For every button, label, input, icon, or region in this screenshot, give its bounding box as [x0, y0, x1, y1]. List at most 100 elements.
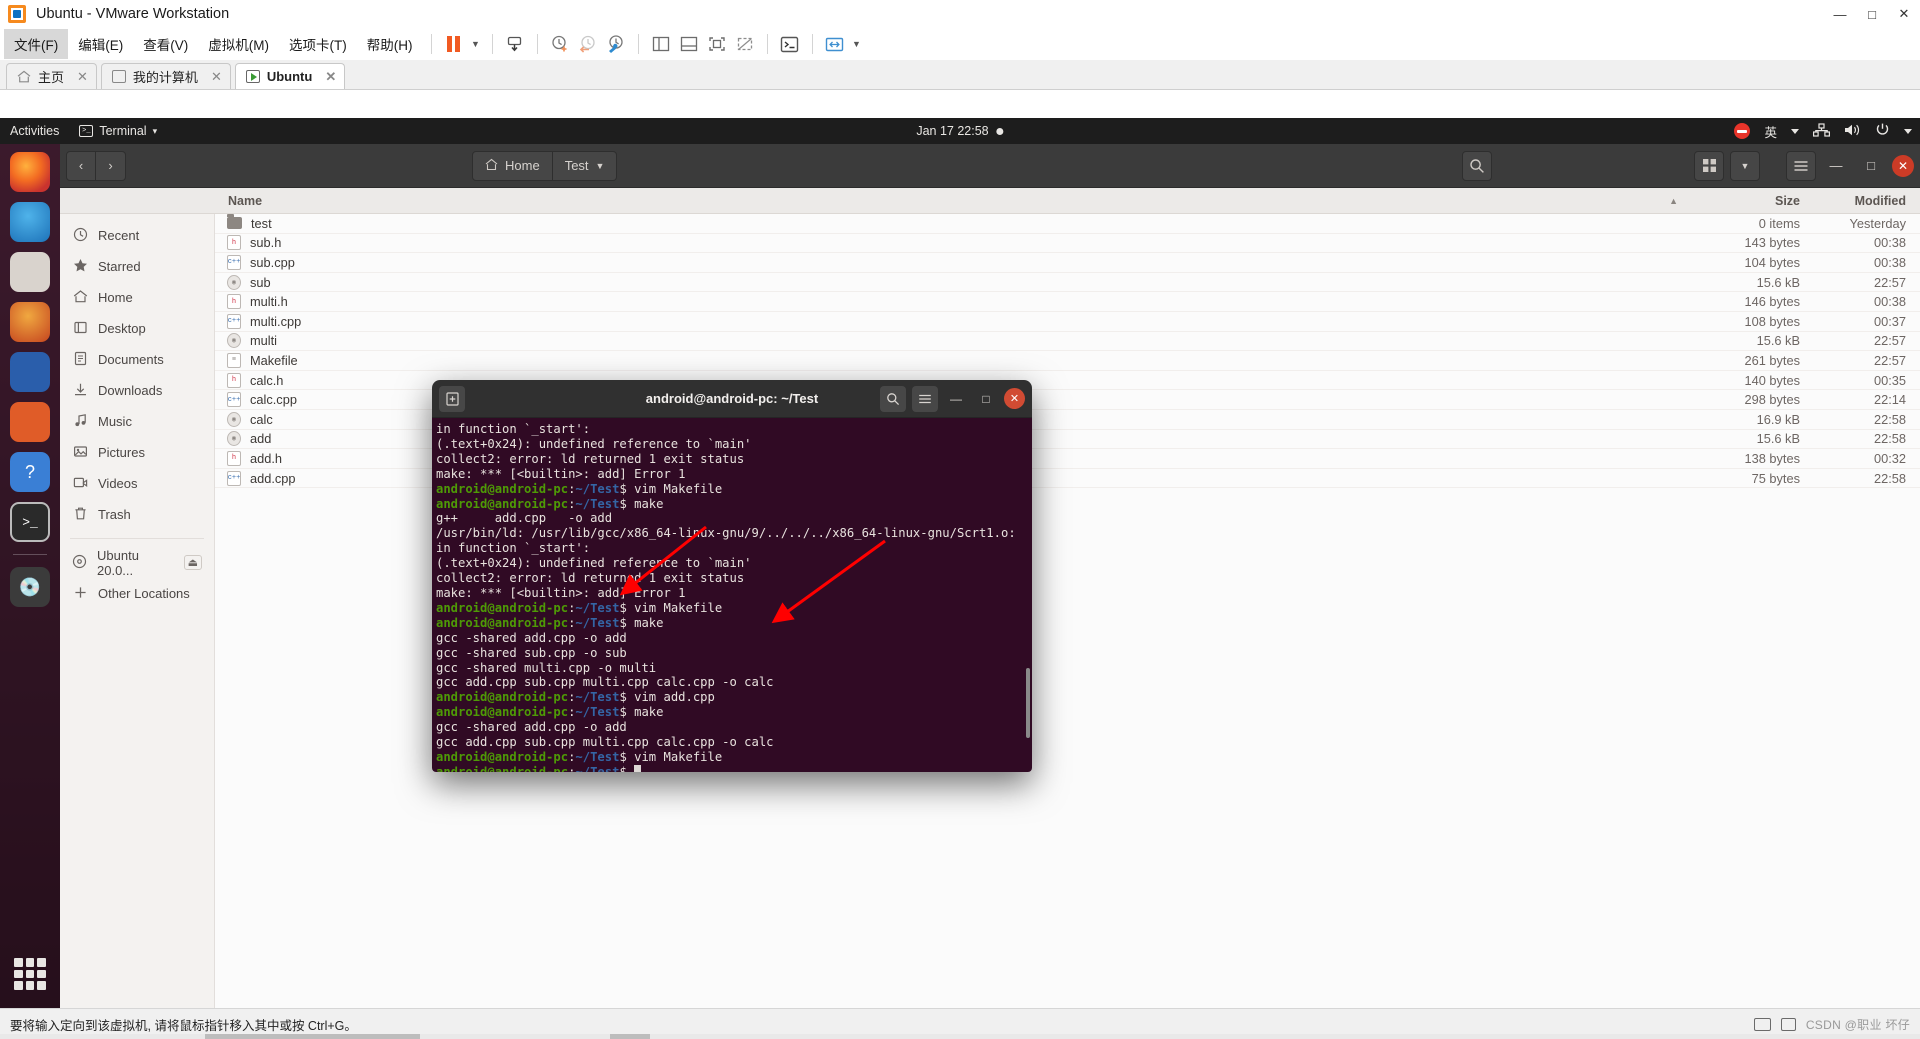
table-row[interactable]: test 0 items Yesterday	[215, 214, 1920, 234]
power-icon[interactable]	[1875, 122, 1890, 140]
unity-mode-icon[interactable]	[731, 31, 759, 57]
table-row[interactable]: c++ sub.cpp 104 bytes 00:38	[215, 253, 1920, 273]
sidebar-item-downloads[interactable]: Downloads	[60, 375, 214, 406]
terminal-search-button[interactable]	[880, 385, 906, 412]
network-icon[interactable]	[1753, 1017, 1771, 1031]
table-row[interactable]: h sub.h 143 bytes 00:38	[215, 234, 1920, 254]
maximize-button[interactable]: □	[1856, 0, 1888, 28]
tab-my-computer-close-icon[interactable]: ✕	[211, 69, 222, 85]
close-button[interactable]: ✕	[1888, 0, 1920, 28]
sidebar-item-documents[interactable]: Documents	[60, 344, 214, 375]
column-name[interactable]: Name	[60, 194, 1650, 208]
sidebar-item-recent[interactable]: Recent	[60, 220, 214, 251]
fullscreen-icon[interactable]	[703, 31, 731, 57]
terminal-output[interactable]: in function `_start': (.text+0x24): undef…	[432, 418, 1032, 772]
dock-item-libreoffice-writer[interactable]	[10, 352, 50, 392]
menu-edit[interactable]: 编辑(E)	[68, 29, 133, 59]
send-ctrl-alt-del-icon[interactable]	[501, 31, 529, 57]
no-entry-icon[interactable]	[1734, 123, 1751, 139]
menu-vm[interactable]: 虚拟机(M)	[198, 29, 279, 59]
sidebar-item-home[interactable]: Home	[60, 282, 214, 313]
sidebar-item-videos[interactable]: Videos	[60, 468, 214, 499]
terminal-minimize-button[interactable]: —	[944, 387, 968, 411]
sidebar-item-other-locations[interactable]: Other Locations	[60, 578, 214, 609]
tab-home[interactable]: 主页 ✕	[6, 63, 97, 89]
app-menu-terminal[interactable]: >_ Terminal ▾	[71, 124, 165, 138]
dock-item-thunderbird[interactable]	[10, 202, 50, 242]
terminal-scrollbar[interactable]	[1026, 668, 1030, 738]
sidebar-item-pictures[interactable]: Pictures	[60, 437, 214, 468]
sidebar-item-trash[interactable]: Trash	[60, 499, 214, 530]
menu-view[interactable]: 查看(V)	[133, 29, 198, 59]
eject-icon[interactable]: ⏏	[183, 555, 202, 570]
pause-icon[interactable]	[440, 31, 468, 57]
minimize-button[interactable]: —	[1824, 0, 1856, 28]
file-name: add.h	[250, 450, 283, 466]
grid-view-button[interactable]	[1694, 150, 1724, 181]
menu-help[interactable]: 帮助(H)	[357, 29, 423, 59]
terminal-menu-button[interactable]	[912, 385, 938, 412]
dock-item-terminal[interactable]: >_	[10, 502, 50, 542]
activities-button[interactable]: Activities	[0, 124, 71, 138]
forward-button[interactable]: ›	[96, 150, 126, 181]
usb-icon[interactable]	[1780, 1017, 1796, 1031]
terminal-close-button[interactable]: ✕	[1004, 388, 1025, 409]
show-bottom-pane-icon[interactable]	[675, 31, 703, 57]
clock-icon	[72, 227, 88, 245]
stretch-guest-icon[interactable]	[821, 31, 849, 57]
breadcrumb-home-label: Home	[505, 158, 540, 173]
show-applications-button[interactable]	[14, 958, 46, 990]
view-options-caret-icon[interactable]: ▼	[1730, 150, 1760, 181]
snapshot-revert-icon[interactable]	[574, 31, 602, 57]
tab-home-close-icon[interactable]: ✕	[77, 69, 88, 85]
snapshot-take-icon[interactable]	[546, 31, 574, 57]
clock-button[interactable]: Jan 17 22:58	[916, 124, 1004, 138]
files-minimize-button[interactable]: —	[1822, 152, 1850, 180]
files-close-button[interactable]: ✕	[1892, 154, 1914, 177]
table-row[interactable]: h multi.h 146 bytes 00:38	[215, 292, 1920, 312]
terminal-maximize-button[interactable]: □	[974, 387, 998, 411]
tab-ubuntu[interactable]: Ubuntu ✕	[234, 63, 346, 89]
column-modified[interactable]: Modified	[1800, 194, 1920, 208]
ime-caret-icon[interactable]	[1791, 128, 1799, 134]
back-button[interactable]: ‹	[66, 150, 96, 181]
dock-item-ubuntu-software[interactable]	[10, 402, 50, 442]
sidebar-item-ubuntu-20-0[interactable]: Ubuntu 20.0... ⏏	[60, 547, 214, 578]
breadcrumb-test[interactable]: Test ▼	[552, 150, 618, 181]
dock-item-ubuntu-disc[interactable]: 💿	[10, 567, 50, 607]
sidebar-item-music[interactable]: Music	[60, 406, 214, 437]
sidebar-item-starred[interactable]: Starred	[60, 251, 214, 282]
new-tab-icon[interactable]	[439, 385, 465, 412]
search-button[interactable]	[1462, 150, 1492, 181]
dock-item-help[interactable]: ?	[10, 452, 50, 492]
file-modified: 00:35	[1873, 372, 1906, 388]
tab-ubuntu-close-icon[interactable]: ✕	[325, 69, 336, 85]
console-view-icon[interactable]	[776, 31, 804, 57]
prompt-command: $ make	[619, 705, 664, 720]
menu-file[interactable]: 文件(F)	[4, 29, 69, 59]
hamburger-menu-button[interactable]	[1786, 150, 1816, 181]
snapshot-manager-icon[interactable]	[602, 31, 630, 57]
table-row[interactable]: ◉ sub 15.6 kB 22:57	[215, 273, 1920, 293]
toolbar-separator	[637, 34, 639, 54]
files-maximize-button[interactable]: □	[1857, 152, 1885, 180]
terminal-prompt-line: android@android-pc:~/Test$ make	[434, 497, 1032, 512]
stretch-caret-icon[interactable]: ▼	[849, 31, 865, 57]
breadcrumb-home[interactable]: Home	[472, 150, 553, 181]
network-icon[interactable]	[1813, 122, 1830, 140]
ime-indicator[interactable]: 英	[1764, 122, 1777, 141]
system-menu-caret-icon[interactable]	[1904, 128, 1912, 134]
dock-item-rhythmbox[interactable]	[10, 302, 50, 342]
show-left-pane-icon[interactable]	[647, 31, 675, 57]
table-row[interactable]: ◉ multi 15.6 kB 22:57	[215, 332, 1920, 352]
sidebar-item-desktop[interactable]: Desktop	[60, 313, 214, 344]
volume-icon[interactable]	[1844, 123, 1861, 140]
table-row[interactable]: c++ multi.cpp 108 bytes 00:37	[215, 312, 1920, 332]
menu-tabs[interactable]: 选项卡(T)	[279, 29, 357, 59]
dock-item-firefox[interactable]	[10, 152, 50, 192]
power-dropdown-caret-icon[interactable]: ▼	[468, 31, 484, 57]
table-row[interactable]: ≡ Makefile 261 bytes 22:57	[215, 351, 1920, 371]
column-size[interactable]: Size	[1678, 194, 1800, 208]
tab-my-computer[interactable]: 我的计算机 ✕	[100, 63, 231, 89]
dock-item-files[interactable]	[10, 252, 50, 292]
